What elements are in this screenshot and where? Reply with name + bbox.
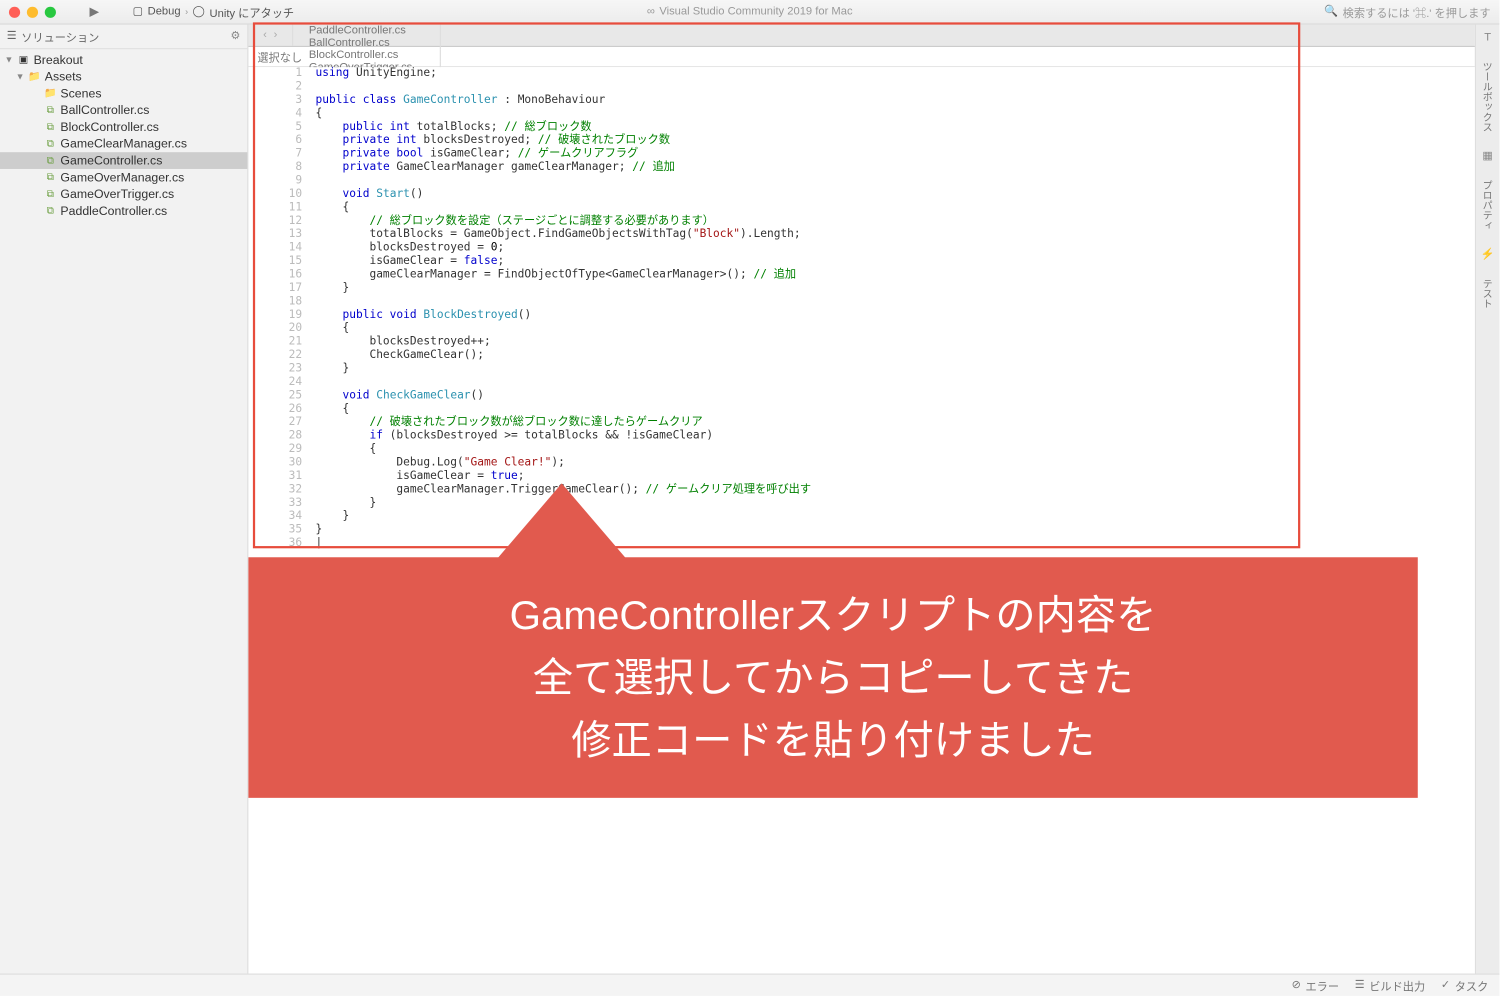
- test-icon[interactable]: ⚡: [1481, 248, 1495, 260]
- zoom-window-icon[interactable]: [45, 6, 56, 17]
- tab-label: PaddleController.cs: [309, 25, 406, 37]
- tree-item[interactable]: ⧉GameController.cs: [0, 152, 247, 169]
- editor-tab[interactable]: PaddleController.cs: [293, 25, 441, 37]
- build-icon: ☰: [1355, 979, 1365, 991]
- disclosure-icon[interactable]: ▼: [4, 55, 13, 65]
- sidebar-title: ソリューション: [21, 28, 99, 45]
- tree-item[interactable]: ⧉BallController.cs: [0, 102, 247, 119]
- csharp-file-icon: ⧉: [44, 120, 57, 133]
- tab-nav[interactable]: ‹ ›: [248, 25, 293, 46]
- tree-label: Breakout: [34, 53, 83, 66]
- status-build[interactable]: ☰ ビルド出力: [1355, 977, 1425, 994]
- tree-label: Assets: [45, 70, 82, 83]
- tree-label: BlockController.cs: [60, 120, 159, 133]
- attach-label: Unity にアタッチ: [210, 3, 295, 20]
- tree-root[interactable]: ▼ ▣ Breakout: [0, 51, 247, 68]
- search-box[interactable]: 🔍 検索するには '⌘.' を押します: [1324, 3, 1490, 20]
- status-tasks[interactable]: ✓ タスク: [1441, 977, 1488, 994]
- search-placeholder: 検索するには '⌘.' を押します: [1343, 3, 1491, 20]
- callout-text-1: GameControllerスクリプトの内容を: [282, 584, 1384, 646]
- solution-tree: ▼ ▣ Breakout ▼ 📁 Assets 📁Scenes⧉BallCont…: [0, 49, 247, 221]
- gear-icon[interactable]: ⚙: [231, 30, 241, 42]
- editor-area: ‹ › PaddleController.csBallController.cs…: [248, 25, 1499, 974]
- tree-item[interactable]: ⧉GameOverTrigger.cs: [0, 186, 247, 203]
- callout-box: GameControllerスクリプトの内容を 全て選択してからコピーしてきた …: [248, 557, 1417, 798]
- code-content[interactable]: using UnityEngine; public class GameCont…: [316, 67, 1475, 550]
- csharp-file-icon: ⧉: [44, 137, 57, 150]
- search-icon: 🔍: [1324, 6, 1338, 18]
- tree-label: GameClearManager.cs: [60, 137, 187, 150]
- run-button[interactable]: ▶: [90, 4, 99, 19]
- app-title: ∞ Visual Studio Community 2019 for Mac: [647, 6, 853, 18]
- titlebar: ▶ ▢ Debug › ◯ Unity にアタッチ ∞ Visual Studi…: [0, 0, 1499, 25]
- callout-arrow: [495, 483, 629, 561]
- status-errors[interactable]: ⊘ エラー: [1292, 977, 1339, 994]
- panel-icon: ☰: [7, 30, 17, 42]
- callout-text-2: 全て選択してからコピーしてきた: [282, 647, 1384, 709]
- error-icon: ⊘: [1292, 979, 1301, 991]
- nav-back-icon[interactable]: ‹: [263, 29, 267, 41]
- tab-label: BallController.cs: [309, 37, 390, 49]
- toolbox-icon[interactable]: T: [1484, 31, 1491, 43]
- folder-icon: 📁: [28, 70, 41, 83]
- panel-properties[interactable]: プロパティ: [1478, 173, 1497, 237]
- minimize-window-icon[interactable]: [27, 6, 38, 17]
- editor-tab[interactable]: BlockController.cs: [293, 49, 441, 61]
- tab-bar: ‹ › PaddleController.csBallController.cs…: [248, 25, 1474, 47]
- folder-icon: 📁: [44, 87, 57, 100]
- callout-text-3: 修正コードを貼り付けました: [282, 709, 1384, 771]
- nav-fwd-icon[interactable]: ›: [274, 29, 278, 41]
- vs-icon: ∞: [647, 6, 655, 18]
- chevron-right-icon: ›: [185, 7, 188, 17]
- device-icon: ▢: [133, 6, 144, 18]
- tree-label: BallController.cs: [60, 104, 149, 117]
- code-editor[interactable]: 1234567891011121314151617181920212223242…: [248, 67, 1474, 973]
- config-selector[interactable]: ▢ Debug › ◯ Unity にアタッチ: [133, 3, 295, 20]
- window-controls[interactable]: [9, 6, 56, 17]
- tree-label: GameOverTrigger.cs: [60, 187, 174, 200]
- csharp-file-icon: ⧉: [44, 104, 57, 117]
- tree-label: GameOverManager.cs: [60, 171, 184, 184]
- tree-label: Scenes: [60, 87, 101, 100]
- tree-item[interactable]: ⧉GameOverManager.cs: [0, 169, 247, 186]
- status-bar: ⊘ エラー ☰ ビルド出力 ✓ タスク: [0, 974, 1499, 996]
- config-label: Debug: [148, 6, 181, 18]
- csharp-file-icon: ⧉: [44, 187, 57, 200]
- tree-item[interactable]: 📁Scenes: [0, 85, 247, 102]
- solution-sidebar: ☰ ソリューション ⚙ ▼ ▣ Breakout ▼ 📁 Assets 📁Sce…: [0, 25, 248, 974]
- properties-icon[interactable]: ▦: [1482, 150, 1493, 162]
- tree-item[interactable]: ⧉GameClearManager.cs: [0, 135, 247, 152]
- tree-folder[interactable]: ▼ 📁 Assets: [0, 68, 247, 85]
- close-window-icon[interactable]: [9, 6, 20, 17]
- tree-item[interactable]: ⧉PaddleController.cs: [0, 203, 247, 220]
- tree-label: GameController.cs: [60, 154, 162, 167]
- solution-icon: ▣: [17, 53, 30, 66]
- unity-icon: ◯: [193, 6, 206, 18]
- tree-item[interactable]: ⧉BlockController.cs: [0, 119, 247, 136]
- check-icon: ✓: [1441, 979, 1450, 991]
- panel-toolbox[interactable]: ツールボックス: [1478, 55, 1497, 139]
- tab-label: BlockController.cs: [309, 49, 399, 61]
- line-gutter: 1234567891011121314151617181920212223242…: [260, 67, 303, 550]
- disclosure-icon[interactable]: ▼: [16, 72, 25, 82]
- sidebar-header: ☰ ソリューション ⚙: [0, 25, 247, 50]
- csharp-file-icon: ⧉: [44, 204, 57, 217]
- tree-label: PaddleController.cs: [60, 204, 167, 217]
- right-tool-strip: T ツールボックス ▦ プロパティ ⚡ テスト: [1475, 25, 1500, 974]
- csharp-file-icon: ⧉: [44, 171, 57, 184]
- csharp-file-icon: ⧉: [44, 154, 57, 167]
- panel-tests[interactable]: テスト: [1478, 272, 1497, 316]
- editor-tab[interactable]: BallController.cs: [293, 37, 441, 49]
